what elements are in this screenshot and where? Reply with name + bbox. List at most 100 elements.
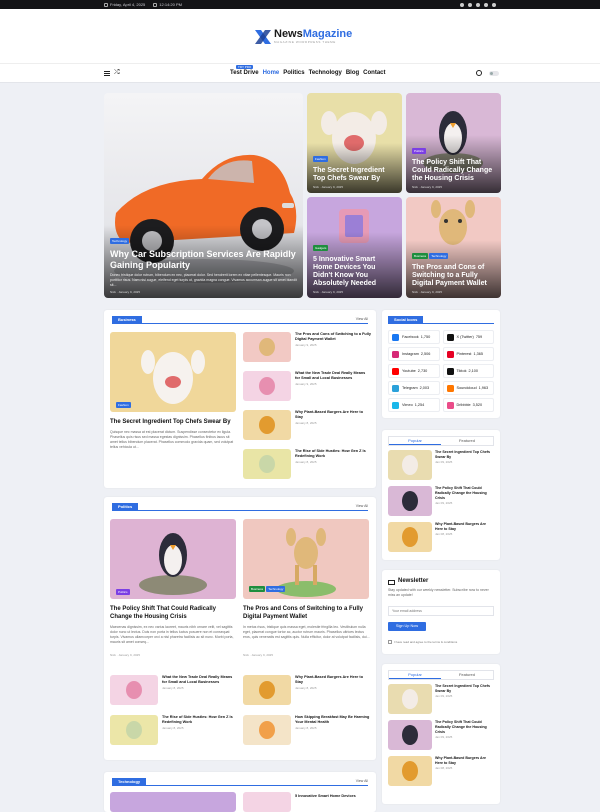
list-item-thumb[interactable] [243, 371, 291, 401]
social-youtube-link[interactable]: Youtube 2,730 [388, 364, 440, 378]
hero-main-title[interactable]: Why Car Subscription Services Are Rapidl… [110, 249, 297, 271]
x-icon[interactable] [468, 2, 472, 7]
list-item-title[interactable]: The Rise of Side Hustles: How Gen Z Is R… [295, 449, 371, 459]
list-item[interactable]: Why Plant-Based Burgers Are Here to Stay… [243, 410, 371, 440]
list-item-title[interactable]: Why Plant-Based Burgers Are Here to Stay [295, 675, 371, 685]
technology-peek-thumb-2[interactable] [243, 792, 291, 812]
business-main-image[interactable]: Fashion [110, 332, 236, 412]
hero-card-1-tag[interactable]: Fashion [313, 156, 328, 162]
nav-item-5[interactable]: Contact [363, 70, 385, 76]
business-main-title[interactable]: The Secret Ingredient Top Chefs Swear By [110, 418, 240, 426]
business-section-label[interactable]: Business [112, 316, 142, 324]
social-telegram-link[interactable]: Telegram 2,003 [388, 381, 440, 395]
hero-main-card[interactable]: Technology Why Car Subscription Services… [104, 93, 303, 298]
list-item[interactable]: What the New Trade Deal Really Means for… [243, 371, 371, 401]
widget2-tab-featured[interactable]: Featured [441, 671, 493, 679]
hero-card-4-tag2[interactable]: Technology [429, 253, 449, 259]
technology-view-all-link[interactable]: View All [356, 779, 368, 783]
politics-right-tag2[interactable]: Technology [266, 586, 286, 592]
list-item[interactable]: What the New Trade Deal Really Means for… [110, 675, 238, 705]
newsletter-consent-checkbox[interactable] [388, 640, 392, 644]
hero-card-2-tag[interactable]: Politics [412, 148, 426, 154]
hamburger-icon[interactable] [104, 71, 110, 76]
politics-section-label[interactable]: Politics [112, 503, 139, 511]
hero-card-2-title[interactable]: The Policy Shift That Could Radically Ch… [412, 159, 495, 183]
newsletter-email-input[interactable] [388, 606, 494, 616]
hero-card-4-title[interactable]: The Pros and Cons of Switching to a Full… [412, 264, 495, 288]
social-vimeo-link[interactable]: Vimeo 1,254 [388, 398, 440, 412]
search-icon[interactable] [476, 70, 482, 76]
social-x-twitter-link[interactable]: X (Twitter) 759 [442, 330, 494, 344]
list-item-title[interactable]: The Rise of Side Hustles: How Gen Z Is R… [162, 715, 238, 725]
nav-item-2[interactable]: Politics [283, 70, 304, 76]
hero-card-3-title[interactable]: 5 Innovative Smart Home Devices You Didn… [313, 256, 396, 288]
widget-list-title[interactable]: Why Plant-Based Burgers Are Here to Stay [435, 756, 493, 766]
politics-left-title[interactable]: The Policy Shift That Could Radically Ch… [110, 605, 238, 621]
list-item-thumb[interactable] [243, 449, 291, 479]
hero-card-4[interactable]: Business Technology The Pros and Cons of … [406, 197, 501, 298]
widget1-tab-featured[interactable]: Featured [441, 437, 493, 445]
list-item-thumb[interactable] [243, 332, 291, 362]
widget-list-thumb[interactable] [388, 720, 432, 750]
politics-left-tag[interactable]: Politics [116, 589, 130, 595]
widget-list-title[interactable]: Why Plant-Based Burgers Are Here to Stay [435, 522, 493, 532]
list-item-thumb[interactable] [243, 410, 291, 440]
widget-list-thumb[interactable] [388, 756, 432, 786]
hero-card-4-tag1[interactable]: Business [412, 253, 429, 259]
list-item-thumb[interactable] [243, 675, 291, 705]
social-tiktok-link[interactable]: Tiktok 2,100 [442, 364, 494, 378]
widget-list-item[interactable]: Why Plant-Based Burgers Are Here to Stay… [388, 522, 493, 552]
dark-mode-toggle[interactable] [489, 71, 499, 76]
widget-list-item[interactable]: The Secret Ingredient Top Chefs Swear By… [388, 684, 493, 714]
list-item[interactable]: Why Plant-Based Burgers Are Here to Stay… [243, 675, 371, 705]
widget-list-item[interactable]: The Secret Ingredient Top Chefs Swear By… [388, 450, 493, 480]
hero-card-2[interactable]: Politics The Policy Shift That Could Rad… [406, 93, 501, 193]
widget-list-title[interactable]: The Policy Shift That Could Radically Ch… [435, 720, 493, 735]
technology-peek-title[interactable]: 5 Innovative Smart Home Devices [295, 794, 356, 798]
widget2-tab-popular[interactable]: Popular [389, 671, 441, 679]
widget-list-thumb[interactable] [388, 450, 432, 480]
social-soundcloud-link[interactable]: Soundcloud 1,963 [442, 381, 494, 395]
youtube-icon[interactable] [492, 2, 496, 7]
hero-card-3-tag[interactable]: Gadgets [313, 245, 329, 251]
list-item-thumb[interactable] [110, 675, 158, 705]
nav-item-4[interactable]: Blog [346, 70, 359, 76]
list-item-title[interactable]: The Pros and Cons of Switching to a Full… [295, 332, 371, 342]
social-instagram-link[interactable]: Instagram 2,506 [388, 347, 440, 361]
site-logo[interactable]: NewsMagazine MAGAZINE WORDPRESS THEME [254, 28, 352, 46]
hero-main-tag[interactable]: Technology [110, 238, 130, 244]
social-pinterest-link[interactable]: Pinterest 1,365 [442, 347, 494, 361]
list-item-title[interactable]: How Skipping Breakfast May Be Harming Yo… [295, 715, 371, 725]
hero-card-1[interactable]: Fashion The Secret Ingredient Top Chefs … [307, 93, 402, 193]
politics-right-title[interactable]: The Pros and Cons of Switching to a Full… [243, 605, 373, 621]
widget-list-thumb[interactable] [388, 486, 432, 516]
list-item[interactable]: The Rise of Side Hustles: How Gen Z Is R… [243, 449, 371, 479]
technology-section-label[interactable]: Technology [112, 778, 147, 786]
widget1-tab-popular[interactable]: Popular [389, 437, 441, 445]
list-item-title[interactable]: What the New Trade Deal Really Means for… [295, 371, 371, 381]
nav-item-0[interactable]: Test Drive [230, 70, 259, 76]
list-item-thumb[interactable] [110, 715, 158, 745]
widget-list-item[interactable]: The Policy Shift That Could Radically Ch… [388, 486, 493, 516]
politics-left-image[interactable]: Politics [110, 519, 236, 599]
politics-right-image[interactable]: Business Technology [243, 519, 369, 599]
politics-view-all-link[interactable]: View All [356, 504, 368, 508]
widget-list-title[interactable]: The Policy Shift That Could Radically Ch… [435, 486, 493, 501]
facebook-icon[interactable] [460, 2, 464, 7]
shuffle-icon[interactable]: ⤮ [114, 69, 120, 77]
hero-card-1-title[interactable]: The Secret Ingredient Top Chefs Swear By [313, 167, 396, 183]
list-item-title[interactable]: Why Plant-Based Burgers Are Here to Stay [295, 410, 371, 420]
list-item-thumb[interactable] [243, 715, 291, 745]
instagram-icon[interactable] [476, 2, 480, 7]
social-dribbble-link[interactable]: Dribbble 3,520 [442, 398, 494, 412]
widget-list-title[interactable]: The Secret Ingredient Top Chefs Swear By [435, 450, 493, 460]
widget-list-thumb[interactable] [388, 522, 432, 552]
list-item[interactable]: How Skipping Breakfast May Be Harming Yo… [243, 715, 371, 745]
nav-item-3[interactable]: Technology [309, 70, 342, 76]
list-item-title[interactable]: What the New Trade Deal Really Means for… [162, 675, 238, 685]
hero-card-3[interactable]: Gadgets 5 Innovative Smart Home Devices … [307, 197, 402, 298]
business-main-tag[interactable]: Fashion [116, 402, 131, 408]
widget-list-item[interactable]: Why Plant-Based Burgers Are Here to Stay… [388, 756, 493, 786]
nav-item-1[interactable]: Home [263, 70, 280, 76]
pinterest-icon[interactable] [484, 2, 488, 7]
